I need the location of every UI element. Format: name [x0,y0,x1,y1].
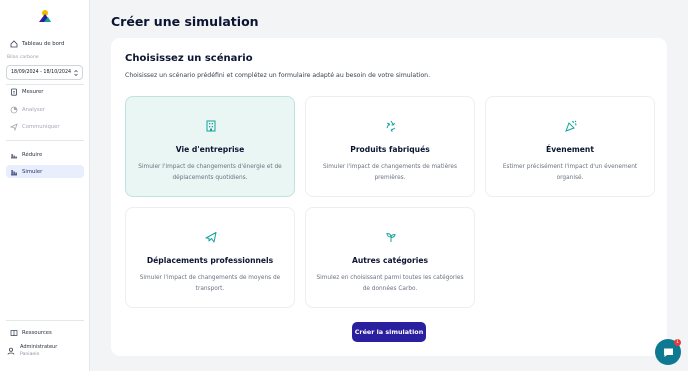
stack-chart-icon [10,168,18,176]
chevron-up-down-icon [74,70,78,76]
clipboard-icon [10,88,18,96]
bilan-carbone-label: Bilan carbone [7,55,39,60]
page-title: Créer une simulation [111,14,259,29]
scenario-tile-description: Simulez en choisissant parmi toutes les … [316,275,464,292]
recycle-icon [383,118,399,134]
date-range-value: 18/09/2024 - 18/10/2024 [11,70,72,75]
sidebar-divider [6,140,84,141]
party-popper-icon [563,118,579,134]
scenario-tile-title: Autres catégories [351,256,429,265]
chat-bubble-icon [663,348,673,357]
sidebar-item-label: Simuler [22,168,43,175]
building-icon [203,118,219,134]
sidebar-item-label: Communiquer [22,123,60,130]
chat-notification-badge: 1 [674,339,681,346]
user-role: Paniaein [20,352,40,357]
scenario-subtitle: Choisissez un scénario prédéfini et comp… [125,72,431,79]
user-icon [7,347,15,355]
scenario-tile-title: Produits fabriqués [350,145,430,154]
scenario-tile-description: Simuler l'impact de changements de moyen… [139,275,281,292]
sidebar-item-mesurer[interactable]: Mesurer [6,85,84,98]
sidebar-item-ressources[interactable]: Ressources [6,326,84,339]
scenario-heading: Choisissez un scénario [125,53,253,64]
scenario-tile-deplacements[interactable]: Déplacements professionnels Simuler l'im… [125,207,295,308]
sidebar: Tableau de bord Bilan carbone 18/09/2024… [0,0,90,371]
scenario-tile-title: Déplacements professionnels [146,256,274,265]
user-menu[interactable]: Administrateur Paniaein [7,344,57,358]
scenario-tile-description: Simuler l'impact de changements d'énergi… [138,164,282,181]
sidebar-item-simuler[interactable]: Simuler [6,165,84,178]
plane-icon [203,229,219,245]
date-range-select[interactable]: 18/09/2024 - 18/10/2024 [6,65,83,80]
sidebar-item-label: Tableau de bord [22,40,65,47]
scenario-tile-autres-categories[interactable]: Autres catégories Simulez en choisissant… [305,207,475,308]
scenario-tile-vie-entreprise[interactable]: Vie d'entreprise Simuler l'impact de cha… [125,96,295,197]
scenario-tile-title: Évenement [546,145,594,154]
carbo-logo[interactable] [38,9,52,23]
create-simulation-button[interactable]: Créer la simulation [352,322,426,342]
bar-chart-icon [10,151,18,159]
scenario-tile-evenement[interactable]: Évenement Estimer précisément l'impact d… [485,96,655,197]
chart-pie-icon [10,106,18,114]
sidebar-item-analyser[interactable]: Analyser [6,103,84,116]
book-icon [10,329,18,337]
sidebar-item-dashboard[interactable]: Tableau de bord [6,37,84,50]
user-name: Administrateur [20,344,58,350]
scenario-card: Choisissez un scénario Choisissez un scé… [111,38,667,356]
sidebar-item-label: Analyser [22,106,46,113]
sidebar-divider [6,320,84,321]
scenario-tile-description: Estimer précisément l'impact d'un évenem… [502,164,638,181]
sidebar-item-reduire[interactable]: Réduire [6,148,84,161]
sidebar-item-label: Réduire [22,151,43,158]
scenario-tile-title: Vie d'entreprise [175,145,245,154]
send-icon [10,122,18,131]
home-icon [10,39,18,48]
scenario-tile-description: Simuler l'impact de changements de matiè… [322,164,458,181]
sprout-icon [383,229,399,245]
sidebar-item-label: Mesurer [22,88,44,95]
sidebar-item-communiquer[interactable]: Communiquer [6,120,84,133]
sidebar-item-label: Ressources [22,329,52,336]
scenario-tile-produits-fabriques[interactable]: Produits fabriqués Simuler l'impact de c… [305,96,475,197]
